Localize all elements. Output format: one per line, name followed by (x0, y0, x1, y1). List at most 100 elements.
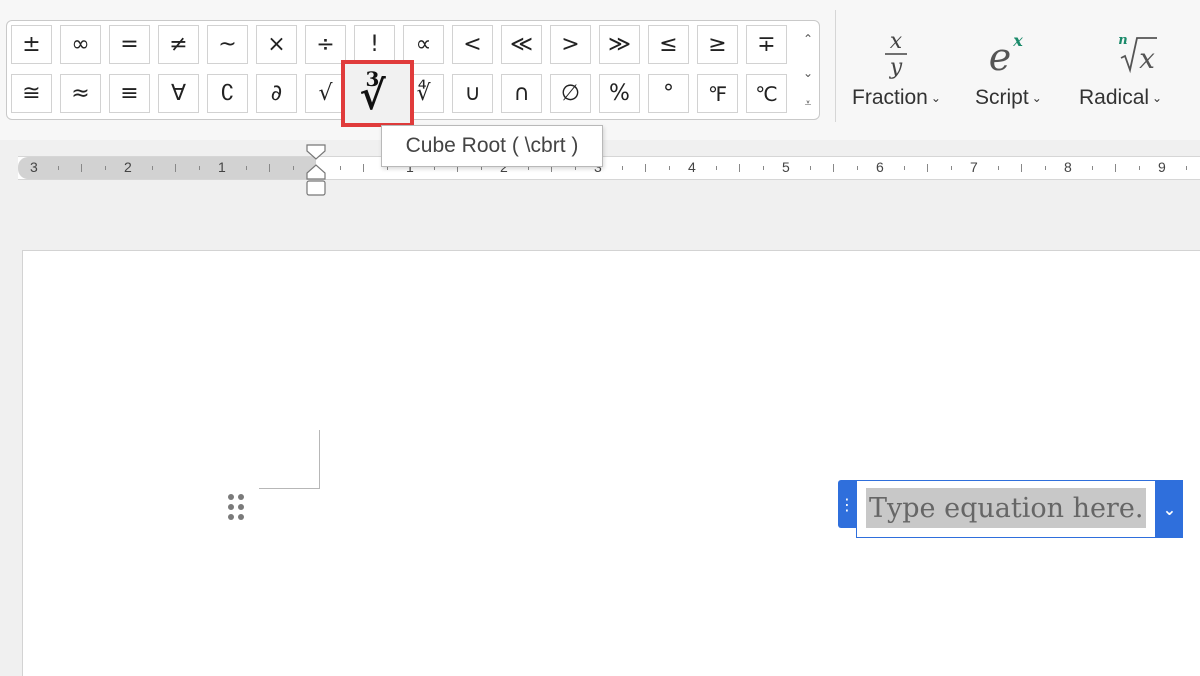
symbol-button[interactable]: ∩ (501, 74, 542, 113)
chevron-down-icon: ⌄ (1152, 91, 1163, 106)
ruler-number: 1 (218, 159, 226, 175)
ruler-tick (833, 164, 834, 172)
chevron-up-icon: ⌃ (802, 32, 814, 46)
symbol-button[interactable]: ∀ (158, 74, 199, 113)
ruler-tick (245, 166, 247, 170)
ruler-number: 3 (30, 159, 38, 175)
symbol-button[interactable]: = (109, 25, 150, 64)
radical-icon: n x (1091, 28, 1157, 86)
fraction-label: Fraction (852, 86, 928, 109)
symbol-glyph: ∪ (464, 81, 481, 106)
symbol-glyph: ∂ (270, 81, 283, 106)
symbol-button[interactable]: × (256, 25, 297, 64)
symbol-button[interactable]: ℃ (746, 74, 787, 113)
symbol-glyph: ∞ (71, 32, 90, 57)
symbol-button[interactable]: ∞ (60, 25, 101, 64)
paragraph-drag-handle-icon[interactable] (226, 492, 248, 524)
horizontal-ruler[interactable]: 321123456789 (18, 156, 1200, 180)
ruler-tick (1044, 166, 1046, 170)
symbol-button[interactable]: ° (648, 74, 689, 113)
more-icon: ⩡ (804, 95, 812, 110)
symbol-button[interactable]: ∪ (452, 74, 493, 113)
ruler-tick (645, 164, 646, 172)
equation-box[interactable]: Type equation here. (856, 480, 1156, 538)
symbol-button[interactable]: ∁ (207, 74, 248, 113)
ruler-tick (104, 166, 106, 170)
symbol-button[interactable]: > (550, 25, 591, 64)
symbol-button[interactable]: √ (305, 74, 346, 113)
ruler-left-margin (18, 157, 316, 179)
symbol-button[interactable]: ≪ (501, 25, 542, 64)
ruler-tick (621, 166, 623, 170)
symbol-button[interactable]: ≡ (109, 74, 150, 113)
symbol-glyph: ≈ (71, 81, 90, 106)
ruler-tick (198, 166, 200, 170)
symbol-button[interactable]: ∓ (746, 25, 787, 64)
chevron-down-icon: ⌄ (930, 91, 941, 106)
ruler-tick (1115, 164, 1116, 172)
symbol-button[interactable]: ℉ (697, 74, 738, 113)
symbol-button[interactable]: ≥ (697, 25, 738, 64)
ruler-tick (927, 164, 928, 172)
gallery-more-button[interactable]: ⩡ (799, 91, 817, 115)
symbol-glyph: ~ (218, 32, 237, 57)
symbol-glyph: ∜ (416, 81, 431, 106)
symbol-button[interactable]: ± (11, 25, 52, 64)
cube-root-icon: √ 3 (356, 66, 400, 119)
radical-button[interactable]: n x Radical ⌄ (1079, 28, 1162, 118)
script-label: Script (975, 86, 1029, 109)
script-icon: e x (978, 28, 1038, 86)
symbol-glyph: ∁ (220, 81, 235, 106)
symbol-button[interactable]: ≈ (60, 74, 101, 113)
symbol-button[interactable]: ∂ (256, 74, 297, 113)
ruler-tick (269, 164, 270, 172)
symbol-glyph: ! (370, 32, 379, 57)
page-margin-corner-mark (259, 430, 320, 489)
ruler-tick (809, 166, 811, 170)
ruler-number: 2 (124, 159, 132, 175)
script-icon-superscript: x (1013, 31, 1024, 50)
fraction-icon-numerator: x (890, 29, 903, 54)
cube-root-button[interactable]: √ 3 (341, 60, 414, 127)
vertical-dots-icon: ⋮ (839, 494, 855, 514)
symbol-button[interactable]: ∝ (403, 25, 444, 64)
symbol-button[interactable]: ≅ (11, 74, 52, 113)
ruler-tick (151, 166, 153, 170)
fraction-button[interactable]: x y Fraction ⌄ (852, 28, 941, 118)
equation-placeholder[interactable]: Type equation here. (866, 488, 1147, 528)
ruler-tick (1138, 166, 1140, 170)
chevron-down-icon: ⌄ (802, 66, 814, 80)
symbol-button[interactable]: ! (354, 25, 395, 64)
equation-options-button[interactable]: ⌄ (1156, 480, 1183, 538)
ruler-number: 9 (1158, 159, 1166, 175)
symbol-glyph: ≡ (120, 81, 139, 106)
symbol-button[interactable]: ∅ (550, 74, 591, 113)
indent-marker-handle[interactable] (305, 143, 327, 198)
symbol-button[interactable]: < (452, 25, 493, 64)
equation-move-handle[interactable]: ⋮ (838, 480, 856, 528)
symbol-glyph: ∓ (757, 32, 776, 57)
fraction-icon-denominator: y (889, 55, 903, 80)
symbol-button[interactable]: ~ (207, 25, 248, 64)
symbol-glyph: = (120, 32, 139, 57)
equation-ribbon: ± ∞ = ≠ ~ × ÷! ∝ < ≪ > ≫ ≤ ≥ ∓ ≅ ≈ ≡ ∀ ∁ ∂ √ ∜ ∪ ∩ ∅% ° ℉ ℃ ⌃ ⌄ ⩡ √… (0, 0, 1200, 140)
symbol-button[interactable]: ≫ (599, 25, 640, 64)
gallery-scroll-up-button[interactable]: ⌃ (799, 27, 817, 51)
ruler-tick (856, 166, 858, 170)
cube-root-index: 3 (365, 66, 380, 91)
ruler-tick (81, 164, 82, 172)
symbol-button[interactable]: ÷ (305, 25, 346, 64)
ruler-tick (1021, 164, 1022, 172)
document-page[interactable] (22, 250, 1200, 676)
symbol-button[interactable]: ≤ (648, 25, 689, 64)
symbol-glyph: ≥ (708, 32, 727, 57)
symbol-glyph: % (609, 81, 630, 106)
script-button[interactable]: e x Script ⌄ (975, 28, 1042, 118)
symbol-button[interactable]: % (599, 74, 640, 113)
ruler-tick (668, 166, 670, 170)
ruler-number: 5 (782, 159, 790, 175)
gallery-scroll-down-button[interactable]: ⌄ (799, 61, 817, 85)
symbol-glyph: ÷ (316, 32, 335, 57)
symbol-glyph: ≅ (22, 81, 41, 106)
symbol-button[interactable]: ≠ (158, 25, 199, 64)
